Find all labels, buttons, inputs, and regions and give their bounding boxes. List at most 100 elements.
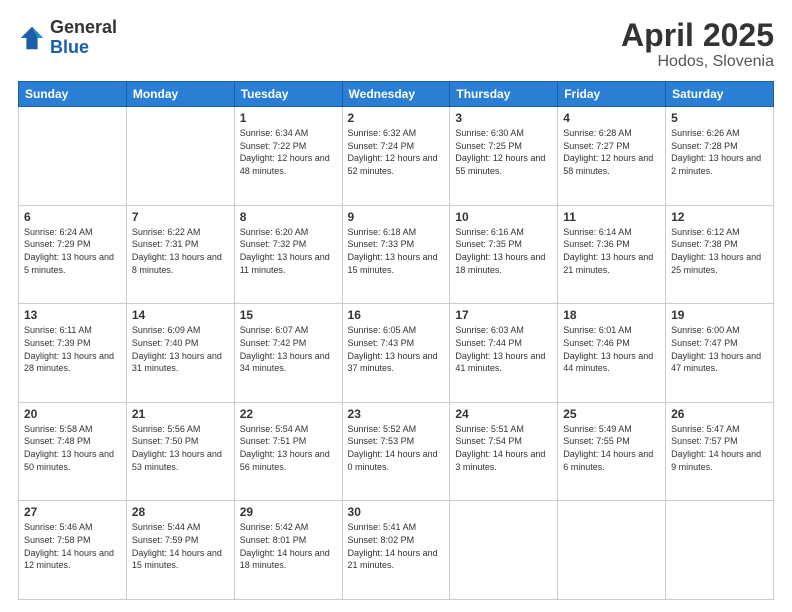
title-month: April 2025 (621, 18, 774, 53)
day-info: Sunrise: 6:05 AM Sunset: 7:43 PM Dayligh… (348, 324, 445, 374)
day-info: Sunrise: 5:56 AM Sunset: 7:50 PM Dayligh… (132, 423, 229, 473)
title-block: April 2025 Hodos, Slovenia (621, 18, 774, 71)
day-cell-3-5: 25 Sunrise: 5:49 AM Sunset: 7:55 PM Dayli… (558, 402, 666, 501)
day-cell-1-6: 12 Sunrise: 6:12 AM Sunset: 7:38 PM Dayli… (666, 205, 774, 304)
day-cell-2-4: 17 Sunrise: 6:03 AM Sunset: 7:44 PM Dayli… (450, 304, 558, 403)
day-number: 26 (671, 407, 768, 421)
header-wednesday: Wednesday (342, 82, 450, 107)
day-number: 30 (348, 505, 445, 519)
day-cell-2-3: 16 Sunrise: 6:05 AM Sunset: 7:43 PM Dayli… (342, 304, 450, 403)
day-number: 6 (24, 210, 121, 224)
header-tuesday: Tuesday (234, 82, 342, 107)
header: General Blue April 2025 Hodos, Slovenia (18, 18, 774, 71)
day-info: Sunrise: 6:22 AM Sunset: 7:31 PM Dayligh… (132, 226, 229, 276)
day-cell-1-4: 10 Sunrise: 6:16 AM Sunset: 7:35 PM Dayli… (450, 205, 558, 304)
day-cell-3-3: 23 Sunrise: 5:52 AM Sunset: 7:53 PM Dayli… (342, 402, 450, 501)
day-info: Sunrise: 6:12 AM Sunset: 7:38 PM Dayligh… (671, 226, 768, 276)
day-cell-3-4: 24Sunrise: 5:51 AM Sunset: 7:54 PM Dayli… (450, 402, 558, 501)
week-row-1: 1Sunrise: 6:34 AM Sunset: 7:22 PM Daylig… (19, 107, 774, 206)
day-cell-4-1: 28 Sunrise: 5:44 AM Sunset: 7:59 PM Dayli… (126, 501, 234, 600)
day-number: 16 (348, 308, 445, 322)
day-cell-0-6: 5 Sunrise: 6:26 AM Sunset: 7:28 PM Daylig… (666, 107, 774, 206)
day-cell-1-1: 7 Sunrise: 6:22 AM Sunset: 7:31 PM Daylig… (126, 205, 234, 304)
day-info: Sunrise: 6:16 AM Sunset: 7:35 PM Dayligh… (455, 226, 552, 276)
day-info: Sunrise: 6:18 AM Sunset: 7:33 PM Dayligh… (348, 226, 445, 276)
day-number: 25 (563, 407, 660, 421)
header-thursday: Thursday (450, 82, 558, 107)
page: General Blue April 2025 Hodos, Slovenia … (0, 0, 792, 612)
day-cell-1-0: 6Sunrise: 6:24 AM Sunset: 7:29 PM Daylig… (19, 205, 127, 304)
day-cell-2-1: 14 Sunrise: 6:09 AM Sunset: 7:40 PM Dayli… (126, 304, 234, 403)
day-cell-4-6 (666, 501, 774, 600)
day-number: 11 (563, 210, 660, 224)
calendar-table: Sunday Monday Tuesday Wednesday Thursday… (18, 81, 774, 600)
day-info: Sunrise: 6:03 AM Sunset: 7:44 PM Dayligh… (455, 324, 552, 374)
logo-text: General Blue (50, 18, 117, 58)
day-cell-1-2: 8 Sunrise: 6:20 AM Sunset: 7:32 PM Daylig… (234, 205, 342, 304)
logo-blue-text: Blue (50, 38, 117, 58)
day-cell-1-3: 9 Sunrise: 6:18 AM Sunset: 7:33 PM Daylig… (342, 205, 450, 304)
day-number: 14 (132, 308, 229, 322)
week-row-5: 27 Sunrise: 5:46 AM Sunset: 7:58 PM Dayli… (19, 501, 774, 600)
day-number: 22 (240, 407, 337, 421)
day-number: 29 (240, 505, 337, 519)
day-cell-4-0: 27 Sunrise: 5:46 AM Sunset: 7:58 PM Dayli… (19, 501, 127, 600)
day-info: Sunrise: 5:52 AM Sunset: 7:53 PM Dayligh… (348, 423, 445, 473)
day-cell-4-3: 30Sunrise: 5:41 AM Sunset: 8:02 PM Dayli… (342, 501, 450, 600)
week-row-3: 13Sunrise: 6:11 AM Sunset: 7:39 PM Dayli… (19, 304, 774, 403)
day-number: 12 (671, 210, 768, 224)
day-cell-0-2: 1Sunrise: 6:34 AM Sunset: 7:22 PM Daylig… (234, 107, 342, 206)
day-number: 10 (455, 210, 552, 224)
day-number: 7 (132, 210, 229, 224)
day-info: Sunrise: 5:47 AM Sunset: 7:57 PM Dayligh… (671, 423, 768, 473)
day-number: 27 (24, 505, 121, 519)
day-cell-2-2: 15 Sunrise: 6:07 AM Sunset: 7:42 PM Dayli… (234, 304, 342, 403)
weekday-header-row: Sunday Monday Tuesday Wednesday Thursday… (19, 82, 774, 107)
day-number: 1 (240, 111, 337, 125)
day-number: 17 (455, 308, 552, 322)
day-info: Sunrise: 5:54 AM Sunset: 7:51 PM Dayligh… (240, 423, 337, 473)
header-monday: Monday (126, 82, 234, 107)
day-number: 9 (348, 210, 445, 224)
title-location: Hodos, Slovenia (621, 53, 774, 71)
day-info: Sunrise: 6:00 AM Sunset: 7:47 PM Dayligh… (671, 324, 768, 374)
day-cell-2-0: 13Sunrise: 6:11 AM Sunset: 7:39 PM Dayli… (19, 304, 127, 403)
day-info: Sunrise: 5:42 AM Sunset: 8:01 PM Dayligh… (240, 521, 337, 571)
day-number: 24 (455, 407, 552, 421)
day-number: 4 (563, 111, 660, 125)
day-cell-2-5: 18 Sunrise: 6:01 AM Sunset: 7:46 PM Dayli… (558, 304, 666, 403)
day-info: Sunrise: 6:20 AM Sunset: 7:32 PM Dayligh… (240, 226, 337, 276)
day-number: 23 (348, 407, 445, 421)
day-number: 2 (348, 111, 445, 125)
day-number: 3 (455, 111, 552, 125)
week-row-4: 20 Sunrise: 5:58 AM Sunset: 7:48 PM Dayli… (19, 402, 774, 501)
day-info: Sunrise: 6:26 AM Sunset: 7:28 PM Dayligh… (671, 127, 768, 177)
day-cell-3-0: 20 Sunrise: 5:58 AM Sunset: 7:48 PM Dayli… (19, 402, 127, 501)
day-cell-0-0 (19, 107, 127, 206)
day-info: Sunrise: 6:07 AM Sunset: 7:42 PM Dayligh… (240, 324, 337, 374)
day-number: 13 (24, 308, 121, 322)
day-info: Sunrise: 6:01 AM Sunset: 7:46 PM Dayligh… (563, 324, 660, 374)
day-info: Sunrise: 5:46 AM Sunset: 7:58 PM Dayligh… (24, 521, 121, 571)
day-number: 15 (240, 308, 337, 322)
day-number: 5 (671, 111, 768, 125)
day-number: 19 (671, 308, 768, 322)
day-number: 28 (132, 505, 229, 519)
day-cell-3-1: 21Sunrise: 5:56 AM Sunset: 7:50 PM Dayli… (126, 402, 234, 501)
day-cell-2-6: 19 Sunrise: 6:00 AM Sunset: 7:47 PM Dayli… (666, 304, 774, 403)
day-info: Sunrise: 5:44 AM Sunset: 7:59 PM Dayligh… (132, 521, 229, 571)
logo-icon (18, 24, 46, 52)
day-info: Sunrise: 5:58 AM Sunset: 7:48 PM Dayligh… (24, 423, 121, 473)
day-info: Sunrise: 6:09 AM Sunset: 7:40 PM Dayligh… (132, 324, 229, 374)
day-cell-4-2: 29 Sunrise: 5:42 AM Sunset: 8:01 PM Dayli… (234, 501, 342, 600)
day-info: Sunrise: 6:14 AM Sunset: 7:36 PM Dayligh… (563, 226, 660, 276)
day-cell-4-5 (558, 501, 666, 600)
day-number: 8 (240, 210, 337, 224)
day-cell-4-4 (450, 501, 558, 600)
day-number: 20 (24, 407, 121, 421)
day-number: 18 (563, 308, 660, 322)
week-row-2: 6Sunrise: 6:24 AM Sunset: 7:29 PM Daylig… (19, 205, 774, 304)
day-info: Sunrise: 6:30 AM Sunset: 7:25 PM Dayligh… (455, 127, 552, 177)
header-friday: Friday (558, 82, 666, 107)
day-info: Sunrise: 5:49 AM Sunset: 7:55 PM Dayligh… (563, 423, 660, 473)
